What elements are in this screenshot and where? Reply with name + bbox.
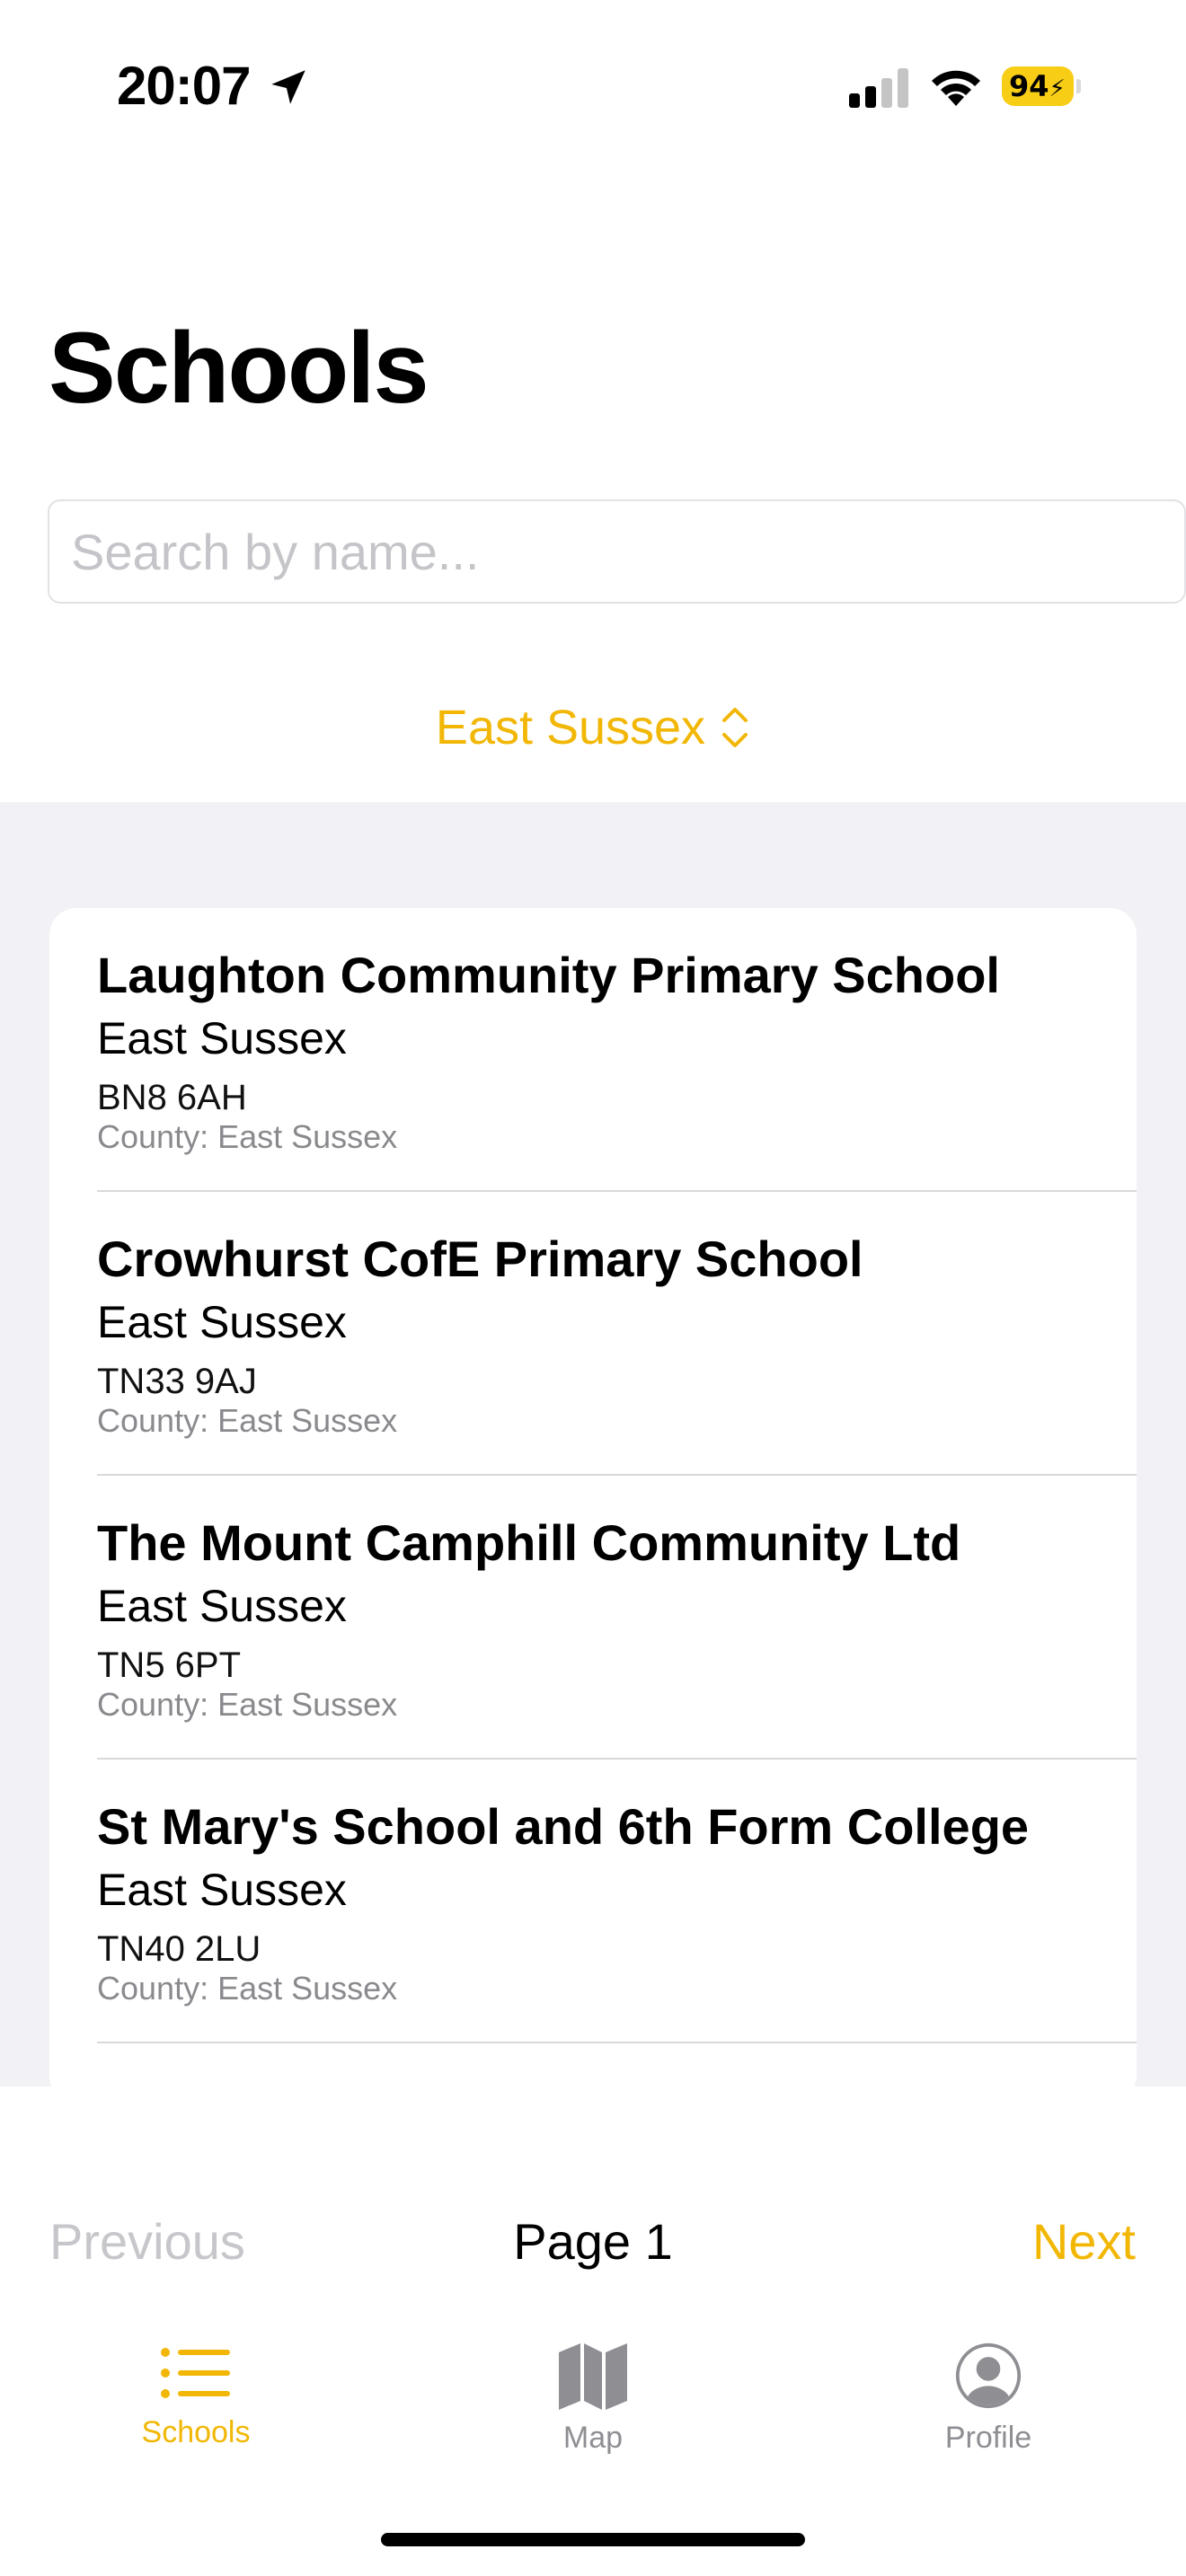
tab-bar: Schools Map Profile (0, 2331, 1186, 2475)
tab-map[interactable]: Map (458, 2331, 728, 2475)
battery-icon: 94⚡ (1002, 66, 1081, 106)
school-list-item[interactable]: The Mount Camphill Community Ltd East Su… (49, 1476, 1137, 1760)
list-icon (161, 2348, 230, 2398)
divider (97, 2042, 1137, 2043)
tab-profile[interactable]: Profile (854, 2331, 1123, 2475)
school-name: St Mary's School and 6th Form College (97, 1798, 1030, 1855)
cellular-signal-icon (849, 68, 908, 108)
tab-schools-label: Schools (141, 2415, 251, 2449)
map-icon (559, 2343, 627, 2410)
school-county: County: East Sussex (97, 1686, 398, 1723)
search-field[interactable] (48, 499, 1186, 604)
county-picker[interactable]: East Sussex (0, 692, 1186, 763)
chevron-up-down-icon (722, 708, 748, 747)
tab-map-label: Map (562, 2421, 624, 2455)
school-region: East Sussex (97, 1865, 347, 1915)
school-list-item[interactable]: Crowhurst CofE Primary School East Susse… (49, 1192, 1137, 1476)
school-name: Laughton Community Primary School (97, 947, 1000, 1003)
school-county: County: East Sussex (97, 1402, 398, 1439)
status-time: 20:07 (117, 56, 251, 116)
page-title: Schools (49, 312, 429, 424)
school-region: East Sussex (97, 1581, 347, 1631)
location-arrow-icon (271, 70, 305, 104)
school-county: County: East Sussex (97, 1118, 398, 1155)
home-indicator (381, 2533, 805, 2546)
school-list: Laughton Community Primary School East S… (49, 908, 1137, 2086)
school-list-area[interactable]: Laughton Community Primary School East S… (0, 802, 1186, 2086)
school-postcode: TN40 2LU (97, 1929, 261, 1969)
school-list-item[interactable]: St Mary's School and 6th Form College Ea… (49, 1760, 1137, 2043)
pagination: Page 1 Previous Next (0, 2205, 1186, 2286)
school-postcode: TN33 9AJ (97, 1362, 257, 1401)
profile-icon (955, 2342, 1022, 2409)
status-bar: 20:07 94⚡ (0, 0, 1186, 171)
search-input[interactable] (49, 501, 1184, 602)
screen: 20:07 94⚡ Schools East Sussex (0, 0, 1186, 2576)
county-picker-label: East Sussex (435, 701, 706, 754)
school-postcode: TN5 6PT (97, 1645, 242, 1685)
school-region: East Sussex (97, 1013, 347, 1063)
school-name: Crowhurst CofE Primary School (97, 1231, 863, 1287)
school-county: County: East Sussex (97, 1970, 398, 2007)
battery-level: 94⚡ (1002, 66, 1074, 106)
next-button[interactable]: Next (1032, 2212, 1136, 2271)
previous-button[interactable]: Previous (49, 2212, 245, 2271)
school-postcode: BN8 6AH (97, 1078, 247, 1117)
tab-schools[interactable]: Schools (61, 2331, 331, 2475)
school-list-item[interactable]: Laughton Community Primary School East S… (49, 908, 1137, 1192)
tab-profile-label: Profile (944, 2421, 1032, 2455)
wifi-icon (932, 70, 980, 106)
school-region: East Sussex (97, 1297, 347, 1347)
school-name: The Mount Camphill Community Ltd (97, 1514, 961, 1571)
